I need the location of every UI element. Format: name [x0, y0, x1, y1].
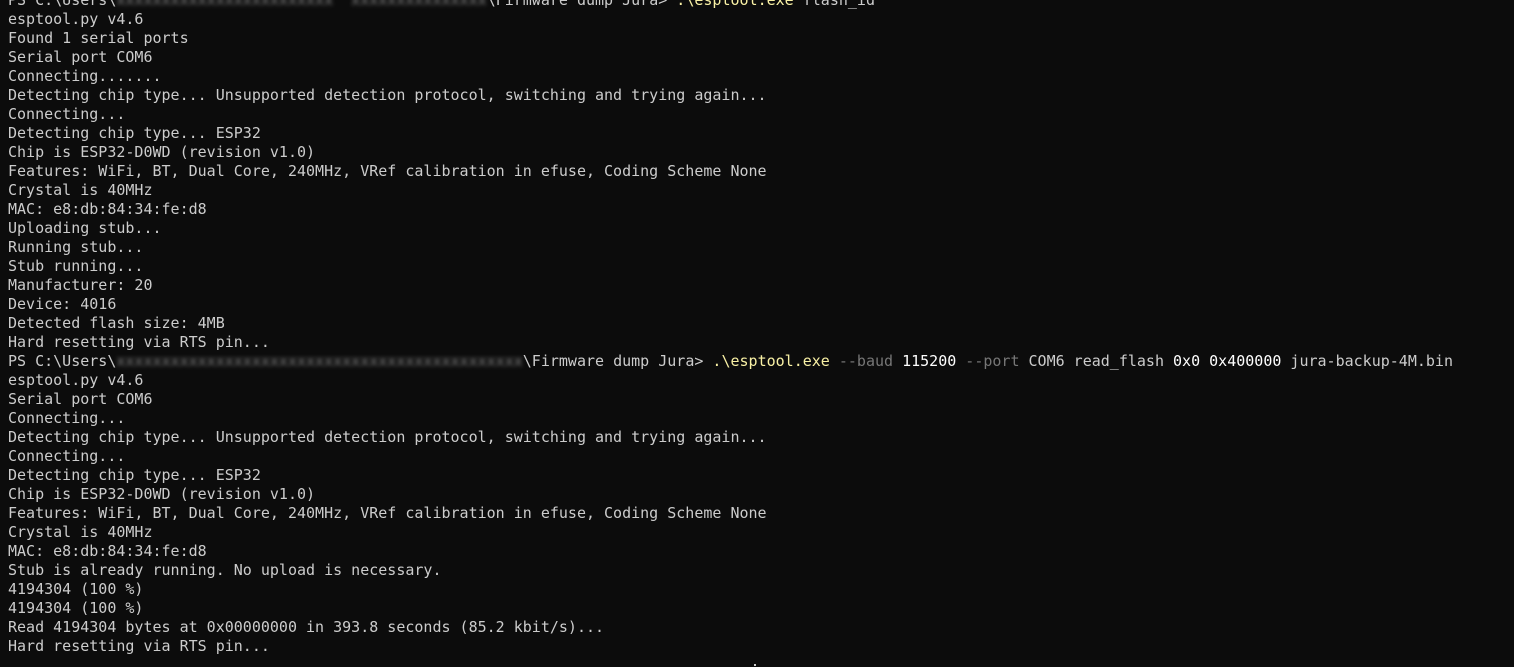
command-address: 0x0: [1163, 352, 1201, 370]
redacted-username: xxxxxxxxxxxxxxxxxxxxxxxxxxxxxxxxxxxxxxxx…: [116, 352, 523, 370]
command-flag-baud: --baud: [829, 352, 894, 370]
command-output-file: jura-backup-4M.bin: [1281, 352, 1453, 370]
output-line: Stub running...: [8, 257, 144, 275]
output-line: Crystal is 40MHz: [8, 523, 153, 541]
command-flag-port: --port: [956, 352, 1020, 370]
prompt-prefix: PS C:\Users\: [8, 352, 117, 370]
output-line: Connecting...: [8, 105, 126, 123]
output-line: Detecting chip type... Unsupported detec…: [8, 428, 767, 446]
output-line: Chip is ESP32-D0WD (revision v1.0): [8, 485, 316, 503]
output-line: 4194304 (100 %): [8, 580, 144, 598]
prompt-suffix: \Firmware dump Jura>: [522, 352, 713, 370]
output-line: MAC: e8:db:84:34:fe:d8: [8, 200, 207, 218]
output-line: esptool.py v4.6: [8, 10, 144, 28]
output-line: Connecting.......: [8, 67, 162, 85]
output-line: Running stub...: [8, 238, 144, 256]
prompt-prefix: PS C:\Users\: [8, 0, 117, 9]
output-line: Manufacturer: 20: [8, 276, 153, 294]
output-line: 4194304 (100 %): [8, 599, 144, 617]
output-line: Serial port COM6: [8, 390, 153, 408]
output-line: Features: WiFi, BT, Dual Core, 240MHz, V…: [8, 162, 767, 180]
output-line: Connecting...: [8, 447, 126, 465]
output-line: Found 1 serial ports: [8, 29, 189, 47]
output-line: Hard resetting via RTS pin...: [8, 637, 270, 655]
output-line: Detected flash size: 4MB: [8, 314, 225, 332]
output-line: Detecting chip type... Unsupported detec…: [8, 86, 767, 104]
output-line: Device: 4016: [8, 295, 117, 313]
output-line: Features: WiFi, BT, Dual Core, 240MHz, V…: [8, 504, 767, 522]
cursor-indicator: [754, 664, 756, 666]
terminal-window[interactable]: PS C:\Users\xxxxxxxxxxxxxxxxxxxxxxxx xxx…: [0, 0, 1514, 667]
prompt-suffix: \Firmware dump Jura>: [486, 0, 677, 9]
command-size: 0x400000: [1200, 352, 1282, 370]
output-line: Detecting chip type... ESP32: [8, 124, 261, 142]
command-port-arg: COM6 read_flash: [1019, 352, 1164, 370]
output-line: Chip is ESP32-D0WD (revision v1.0): [8, 143, 316, 161]
output-line: Serial port COM6: [8, 48, 153, 66]
output-line: Hard resetting via RTS pin...: [8, 333, 270, 351]
output-line: Uploading stub...: [8, 219, 162, 237]
prompt-line: PS C:\Users\xxxxxxxxxxxxxxxxxxxxxxxxxxxx…: [8, 352, 1514, 371]
command-executable: .\esptool.exe: [712, 352, 830, 370]
output-line: Detecting chip type... ESP32: [8, 466, 261, 484]
command-baud-value: 115200: [893, 352, 957, 370]
output-line: Read 4194304 bytes at 0x00000000 in 393.…: [8, 618, 605, 636]
command-args: flash_id: [793, 0, 875, 9]
command-executable: .\esptool.exe: [676, 0, 794, 9]
output-line: esptool.py v4.6: [8, 371, 144, 389]
output-line: Crystal is 40MHz: [8, 181, 153, 199]
redacted-username: xxxxxxxxxxxxxxxxxxxxxxxx xxxxxxxxxxxxxxx: [116, 0, 487, 9]
output-line: MAC: e8:db:84:34:fe:d8: [8, 542, 207, 560]
output-line: Stub is already running. No upload is ne…: [8, 561, 442, 579]
prompt-line: PS C:\Users\xxxxxxxxxxxxxxxxxxxxxxxx xxx…: [8, 0, 1514, 10]
output-line: Connecting...: [8, 409, 126, 427]
